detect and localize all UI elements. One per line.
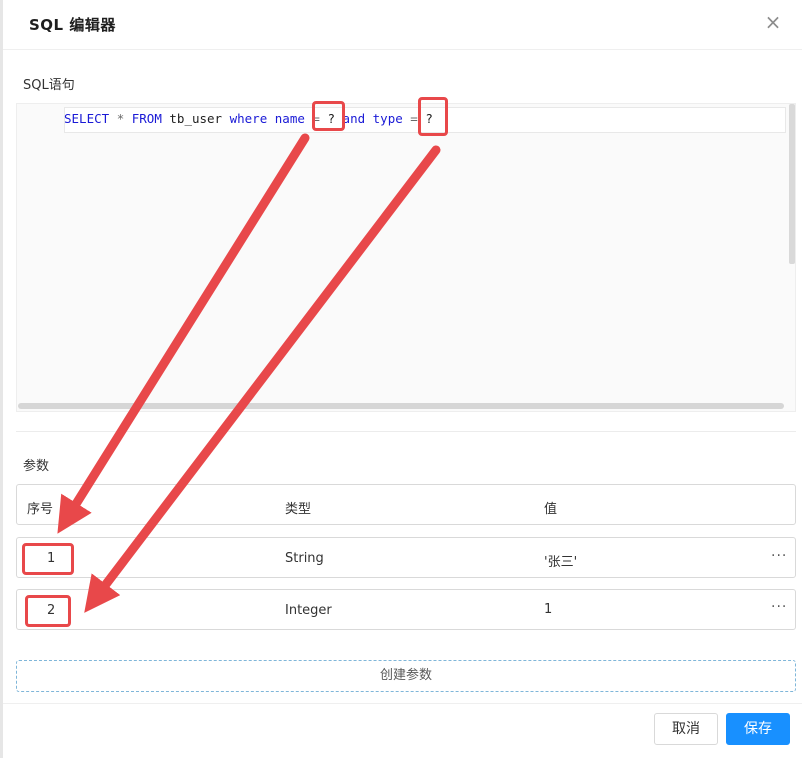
- param-value: 1: [544, 602, 553, 617]
- token-col2: type: [372, 111, 403, 126]
- annotation-box-index-1: [22, 543, 74, 575]
- cancel-button[interactable]: 取消: [654, 713, 718, 745]
- save-button[interactable]: 保存: [726, 713, 790, 745]
- param-row[interactable]: 1 String '张三' ···: [16, 537, 796, 578]
- token-col1: name: [274, 111, 305, 126]
- params-section-label: 参数: [23, 459, 50, 474]
- sql-editor-dialog: SQL 编辑器 × SQL语句 SELECT * FROM tb_user wh…: [0, 0, 802, 758]
- param-value: '张三': [544, 555, 578, 570]
- column-header-value: 值: [544, 502, 558, 517]
- annotation-box-index-2: [25, 595, 71, 627]
- sql-section-label: SQL语句: [23, 78, 75, 93]
- horizontal-scrollbar[interactable]: [18, 403, 784, 409]
- sql-code-text[interactable]: SELECT * FROM tb_user where name = ? and…: [64, 111, 433, 127]
- token-from: FROM: [131, 111, 162, 126]
- more-icon[interactable]: ···: [771, 599, 787, 615]
- close-icon[interactable]: ×: [763, 12, 783, 32]
- token-where: where: [229, 111, 268, 126]
- create-param-button[interactable]: 创建参数: [16, 660, 796, 692]
- param-row[interactable]: 2 Integer 1 ···: [16, 589, 796, 630]
- annotation-box-placeholder-2: [418, 97, 448, 136]
- token-table: tb_user: [169, 111, 223, 126]
- vertical-scrollbar[interactable]: [789, 104, 795, 264]
- dialog-header: SQL 编辑器 ×: [3, 0, 802, 50]
- params-table-header: 序号 类型 值: [16, 484, 796, 525]
- token-select: SELECT: [64, 111, 110, 126]
- footer-divider: [3, 703, 802, 704]
- section-divider: [16, 431, 796, 432]
- param-type: Integer: [285, 603, 332, 618]
- more-icon[interactable]: ···: [771, 548, 787, 564]
- token-eq2: =: [410, 111, 418, 126]
- token-and: and: [342, 111, 366, 126]
- token-star: *: [116, 111, 125, 126]
- column-header-type: 类型: [285, 502, 312, 517]
- column-header-index: 序号: [27, 502, 54, 517]
- annotation-box-placeholder-1: [312, 101, 345, 131]
- sql-code-editor[interactable]: SELECT * FROM tb_user where name = ? and…: [16, 103, 796, 412]
- dialog-title: SQL 编辑器: [29, 16, 116, 34]
- param-type: String: [285, 551, 324, 566]
